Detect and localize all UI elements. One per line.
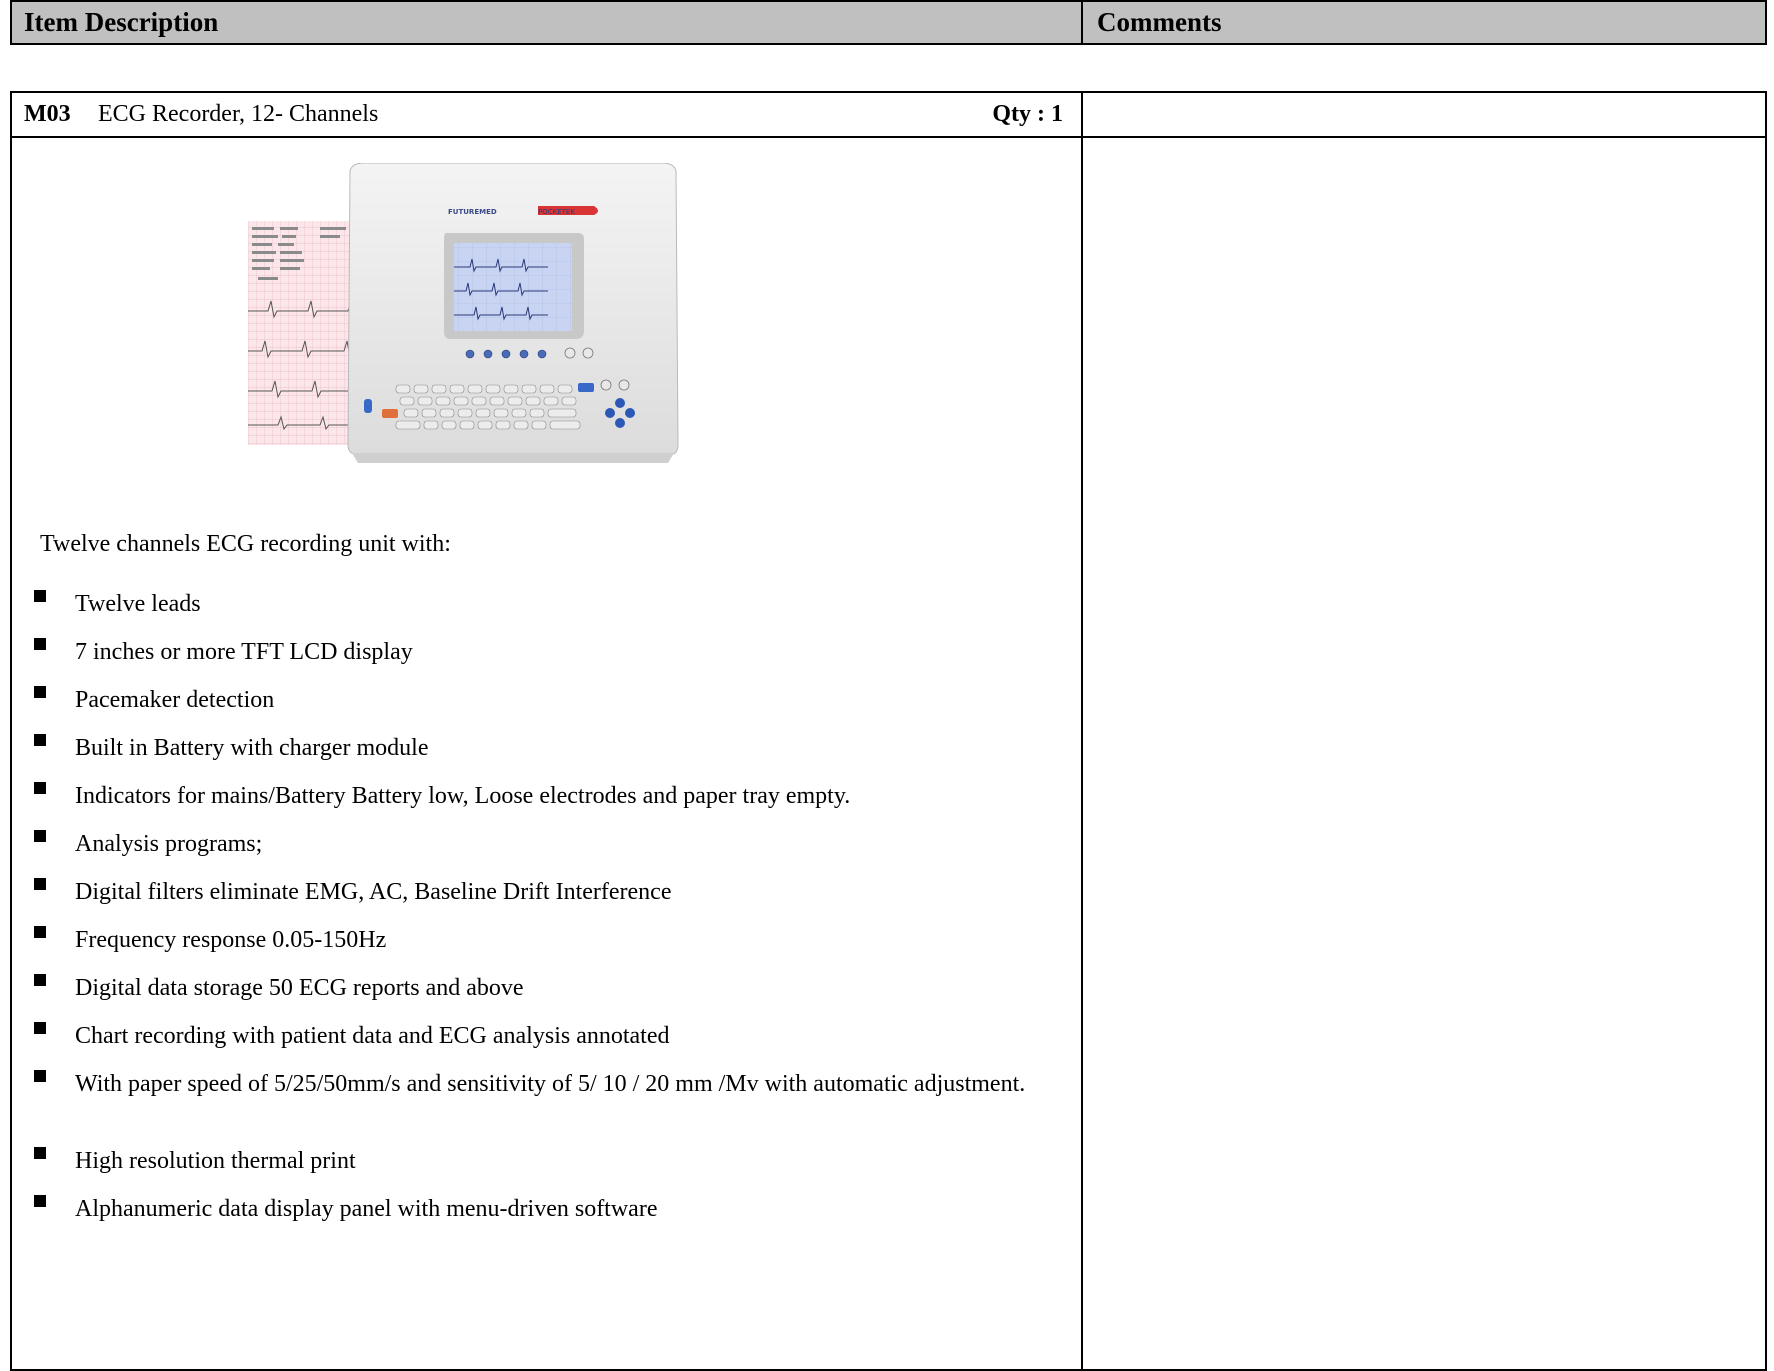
feature-item: Digital data storage 50 ECG reports and … xyxy=(22,974,1072,1003)
bullet-icon xyxy=(34,926,46,938)
feature-item: With paper speed of 5/25/50mm/s and sens… xyxy=(22,1070,1072,1099)
bullet-icon xyxy=(34,830,46,842)
comments-header: Comments xyxy=(1097,7,1222,37)
feature-item: Indicators for mains/Battery Battery low… xyxy=(22,782,1072,811)
row-divider xyxy=(12,136,1081,138)
item-title-row: M03 ECG Recorder, 12- Channels Qty : 1 xyxy=(12,93,1081,136)
bullet-icon xyxy=(34,974,46,986)
bullet-icon xyxy=(34,686,46,698)
svg-text:POCKETEK: POCKETEK xyxy=(538,208,575,216)
bullet-icon xyxy=(34,638,46,650)
item-quantity: Qty : 1 xyxy=(992,101,1063,127)
item-code: M03 xyxy=(24,101,71,127)
feature-item: Pacemaker detection xyxy=(22,686,1072,715)
feature-item: Digital filters eliminate EMG, AC, Basel… xyxy=(22,878,1072,907)
item-intro: Twelve channels ECG recording unit with: xyxy=(40,531,451,557)
bullet-icon xyxy=(34,1022,46,1034)
feature-item: Frequency response 0.05-150Hz xyxy=(22,926,1072,955)
feature-item: Built in Battery with charger module xyxy=(22,734,1072,763)
feature-item: Analysis programs; xyxy=(22,830,1072,859)
feature-item: Alphanumeric data display panel with men… xyxy=(22,1195,1072,1224)
item-name: ECG Recorder, 12- Channels xyxy=(98,101,379,127)
table-header: Item Description Comments xyxy=(10,0,1767,45)
ecg-recorder-image: FUTUREMED POCKETEK xyxy=(248,163,679,463)
bullet-icon xyxy=(34,590,46,602)
ecg-paper-printout xyxy=(248,221,360,445)
feature-item: Twelve leads xyxy=(22,590,1072,619)
bullet-icon xyxy=(34,1070,46,1082)
bullet-icon xyxy=(34,1147,46,1159)
column-divider xyxy=(1081,93,1083,1369)
bullet-icon xyxy=(34,878,46,890)
feature-item: Chart recording with patient data and EC… xyxy=(22,1022,1072,1051)
bullet-icon xyxy=(34,782,46,794)
bullet-icon xyxy=(34,734,46,746)
svg-text:FUTUREMED: FUTUREMED xyxy=(448,208,497,216)
row-divider-comments xyxy=(1083,136,1765,138)
feature-item: 7 inches or more TFT LCD display xyxy=(22,638,1072,667)
feature-item: High resolution thermal print xyxy=(22,1147,1072,1176)
item-table: M03 ECG Recorder, 12- Channels Qty : 1 F… xyxy=(10,91,1767,1371)
item-description-header: Item Description xyxy=(12,2,1083,43)
bullet-icon xyxy=(34,1195,46,1207)
